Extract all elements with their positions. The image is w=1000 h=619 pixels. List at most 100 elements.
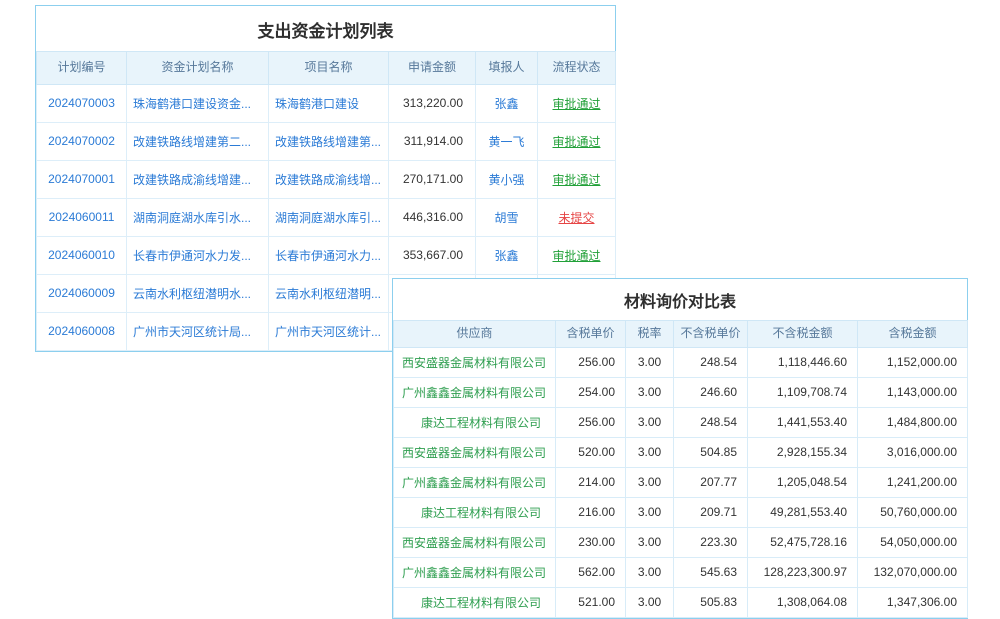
project-name-link[interactable]: 长春市伊通河水力... bbox=[269, 236, 389, 274]
price-incl-tax: 256.00 bbox=[556, 347, 626, 377]
status-link[interactable]: 审批通过 bbox=[552, 135, 600, 149]
amount-excl-tax: 52,475,728.16 bbox=[748, 527, 858, 557]
project-name-link[interactable]: 湖南洞庭湖水库引... bbox=[269, 198, 389, 236]
table-row[interactable]: 2024070003 珠海鹤港口建设资金... 珠海鹤港口建设 313,220.… bbox=[37, 84, 616, 122]
fund-plan-name-link[interactable]: 湖南洞庭湖水库引水... bbox=[127, 198, 269, 236]
fund-plan-name-link[interactable]: 改建铁路线增建第二... bbox=[127, 122, 269, 160]
column-header-tax-rate: 税率 bbox=[626, 321, 674, 348]
price-incl-tax: 256.00 bbox=[556, 407, 626, 437]
table-row[interactable]: 康达工程材料有限公司 256.00 3.00 248.54 1,441,553.… bbox=[394, 407, 968, 437]
table-row[interactable]: 西安盛器金属材料有限公司 256.00 3.00 248.54 1,118,44… bbox=[394, 347, 968, 377]
table-row[interactable]: 西安盛器金属材料有限公司 520.00 3.00 504.85 2,928,15… bbox=[394, 437, 968, 467]
amount-excl-tax: 1,205,048.54 bbox=[748, 467, 858, 497]
column-header-filler: 填报人 bbox=[476, 52, 538, 85]
status-link[interactable]: 审批通过 bbox=[552, 173, 600, 187]
table-row[interactable]: 2024060011 湖南洞庭湖水库引水... 湖南洞庭湖水库引... 446,… bbox=[37, 198, 616, 236]
price-incl-tax: 521.00 bbox=[556, 587, 626, 617]
price-incl-tax: 254.00 bbox=[556, 377, 626, 407]
apply-amount: 353,667.00 bbox=[389, 236, 476, 274]
price-incl-tax: 520.00 bbox=[556, 437, 626, 467]
material-inquiry-panel: 材料询价对比表 供应商 含税单价 税率 不含税单价 不含税金额 含税金额 西安盛… bbox=[392, 278, 968, 619]
expense-plan-title: 支出资金计划列表 bbox=[36, 6, 615, 51]
table-row[interactable]: 广州鑫鑫金属材料有限公司 562.00 3.00 545.63 128,223,… bbox=[394, 557, 968, 587]
column-header-price-excl-tax: 不含税单价 bbox=[674, 321, 748, 348]
plan-id-link[interactable]: 2024070001 bbox=[37, 160, 127, 198]
price-excl-tax: 248.54 bbox=[674, 347, 748, 377]
tax-rate: 3.00 bbox=[626, 497, 674, 527]
inquiry-header-row: 供应商 含税单价 税率 不含税单价 不含税金额 含税金额 bbox=[394, 321, 968, 348]
amount-excl-tax: 49,281,553.40 bbox=[748, 497, 858, 527]
table-row[interactable]: 2024060010 长春市伊通河水力发... 长春市伊通河水力... 353,… bbox=[37, 236, 616, 274]
table-row[interactable]: 广州鑫鑫金属材料有限公司 254.00 3.00 246.60 1,109,70… bbox=[394, 377, 968, 407]
amount-excl-tax: 128,223,300.97 bbox=[748, 557, 858, 587]
apply-amount: 446,316.00 bbox=[389, 198, 476, 236]
apply-amount: 313,220.00 bbox=[389, 84, 476, 122]
plan-id-link[interactable]: 2024070002 bbox=[37, 122, 127, 160]
tax-rate: 3.00 bbox=[626, 527, 674, 557]
project-name-link[interactable]: 改建铁路线增建第... bbox=[269, 122, 389, 160]
project-name-link[interactable]: 广州市天河区统计... bbox=[269, 312, 389, 350]
table-row[interactable]: 西安盛器金属材料有限公司 230.00 3.00 223.30 52,475,7… bbox=[394, 527, 968, 557]
tax-rate: 3.00 bbox=[626, 377, 674, 407]
fund-plan-name-link[interactable]: 云南水利枢纽潜明水... bbox=[127, 274, 269, 312]
table-row[interactable]: 2024070002 改建铁路线增建第二... 改建铁路线增建第... 311,… bbox=[37, 122, 616, 160]
amount-incl-tax: 1,484,800.00 bbox=[858, 407, 968, 437]
price-incl-tax: 562.00 bbox=[556, 557, 626, 587]
price-excl-tax: 207.77 bbox=[674, 467, 748, 497]
fund-plan-name-link[interactable]: 珠海鹤港口建设资金... bbox=[127, 84, 269, 122]
amount-excl-tax: 1,118,446.60 bbox=[748, 347, 858, 377]
status-link[interactable]: 审批通过 bbox=[552, 97, 600, 111]
filler-link[interactable]: 黄小强 bbox=[476, 160, 538, 198]
project-name-link[interactable]: 改建铁路成渝线增... bbox=[269, 160, 389, 198]
table-row[interactable]: 广州鑫鑫金属材料有限公司 214.00 3.00 207.77 1,205,04… bbox=[394, 467, 968, 497]
supplier-name: 康达工程材料有限公司 bbox=[394, 407, 556, 437]
plan-id-link[interactable]: 2024060010 bbox=[37, 236, 127, 274]
status-link[interactable]: 未提交 bbox=[558, 211, 594, 225]
status-link[interactable]: 审批通过 bbox=[552, 249, 600, 263]
price-incl-tax: 214.00 bbox=[556, 467, 626, 497]
amount-incl-tax: 54,050,000.00 bbox=[858, 527, 968, 557]
table-row[interactable]: 2024070001 改建铁路成渝线增建... 改建铁路成渝线增... 270,… bbox=[37, 160, 616, 198]
plan-id-link[interactable]: 2024070003 bbox=[37, 84, 127, 122]
amount-excl-tax: 1,308,064.08 bbox=[748, 587, 858, 617]
price-excl-tax: 248.54 bbox=[674, 407, 748, 437]
fund-plan-name-link[interactable]: 改建铁路成渝线增建... bbox=[127, 160, 269, 198]
tax-rate: 3.00 bbox=[626, 467, 674, 497]
material-inquiry-title: 材料询价对比表 bbox=[393, 279, 967, 320]
flow-status-cell: 审批通过 bbox=[538, 160, 616, 198]
column-header-flow-status: 流程状态 bbox=[538, 52, 616, 85]
price-incl-tax: 230.00 bbox=[556, 527, 626, 557]
amount-incl-tax: 1,143,000.00 bbox=[858, 377, 968, 407]
column-header-supplier: 供应商 bbox=[394, 321, 556, 348]
amount-incl-tax: 50,760,000.00 bbox=[858, 497, 968, 527]
filler-link[interactable]: 张鑫 bbox=[476, 84, 538, 122]
supplier-name: 康达工程材料有限公司 bbox=[394, 497, 556, 527]
supplier-name: 广州鑫鑫金属材料有限公司 bbox=[394, 377, 556, 407]
filler-link[interactable]: 张鑫 bbox=[476, 236, 538, 274]
fund-plan-name-link[interactable]: 长春市伊通河水力发... bbox=[127, 236, 269, 274]
column-header-apply-amount: 申请金额 bbox=[389, 52, 476, 85]
flow-status-cell: 审批通过 bbox=[538, 236, 616, 274]
amount-incl-tax: 1,347,306.00 bbox=[858, 587, 968, 617]
tax-rate: 3.00 bbox=[626, 407, 674, 437]
plan-id-link[interactable]: 2024060009 bbox=[37, 274, 127, 312]
project-name-link[interactable]: 珠海鹤港口建设 bbox=[269, 84, 389, 122]
column-header-amount-excl-tax: 不含税金额 bbox=[748, 321, 858, 348]
expense-header-row: 计划编号 资金计划名称 项目名称 申请金额 填报人 流程状态 bbox=[37, 52, 616, 85]
filler-link[interactable]: 黄一飞 bbox=[476, 122, 538, 160]
amount-excl-tax: 2,928,155.34 bbox=[748, 437, 858, 467]
table-row[interactable]: 康达工程材料有限公司 521.00 3.00 505.83 1,308,064.… bbox=[394, 587, 968, 617]
table-row[interactable]: 康达工程材料有限公司 216.00 3.00 209.71 49,281,553… bbox=[394, 497, 968, 527]
price-excl-tax: 246.60 bbox=[674, 377, 748, 407]
amount-incl-tax: 1,241,200.00 bbox=[858, 467, 968, 497]
fund-plan-name-link[interactable]: 广州市天河区统计局... bbox=[127, 312, 269, 350]
plan-id-link[interactable]: 2024060008 bbox=[37, 312, 127, 350]
plan-id-link[interactable]: 2024060011 bbox=[37, 198, 127, 236]
project-name-link[interactable]: 云南水利枢纽潜明... bbox=[269, 274, 389, 312]
apply-amount: 270,171.00 bbox=[389, 160, 476, 198]
flow-status-cell: 审批通过 bbox=[538, 122, 616, 160]
supplier-name: 西安盛器金属材料有限公司 bbox=[394, 437, 556, 467]
filler-link[interactable]: 胡雪 bbox=[476, 198, 538, 236]
flow-status-cell: 未提交 bbox=[538, 198, 616, 236]
price-excl-tax: 209.71 bbox=[674, 497, 748, 527]
